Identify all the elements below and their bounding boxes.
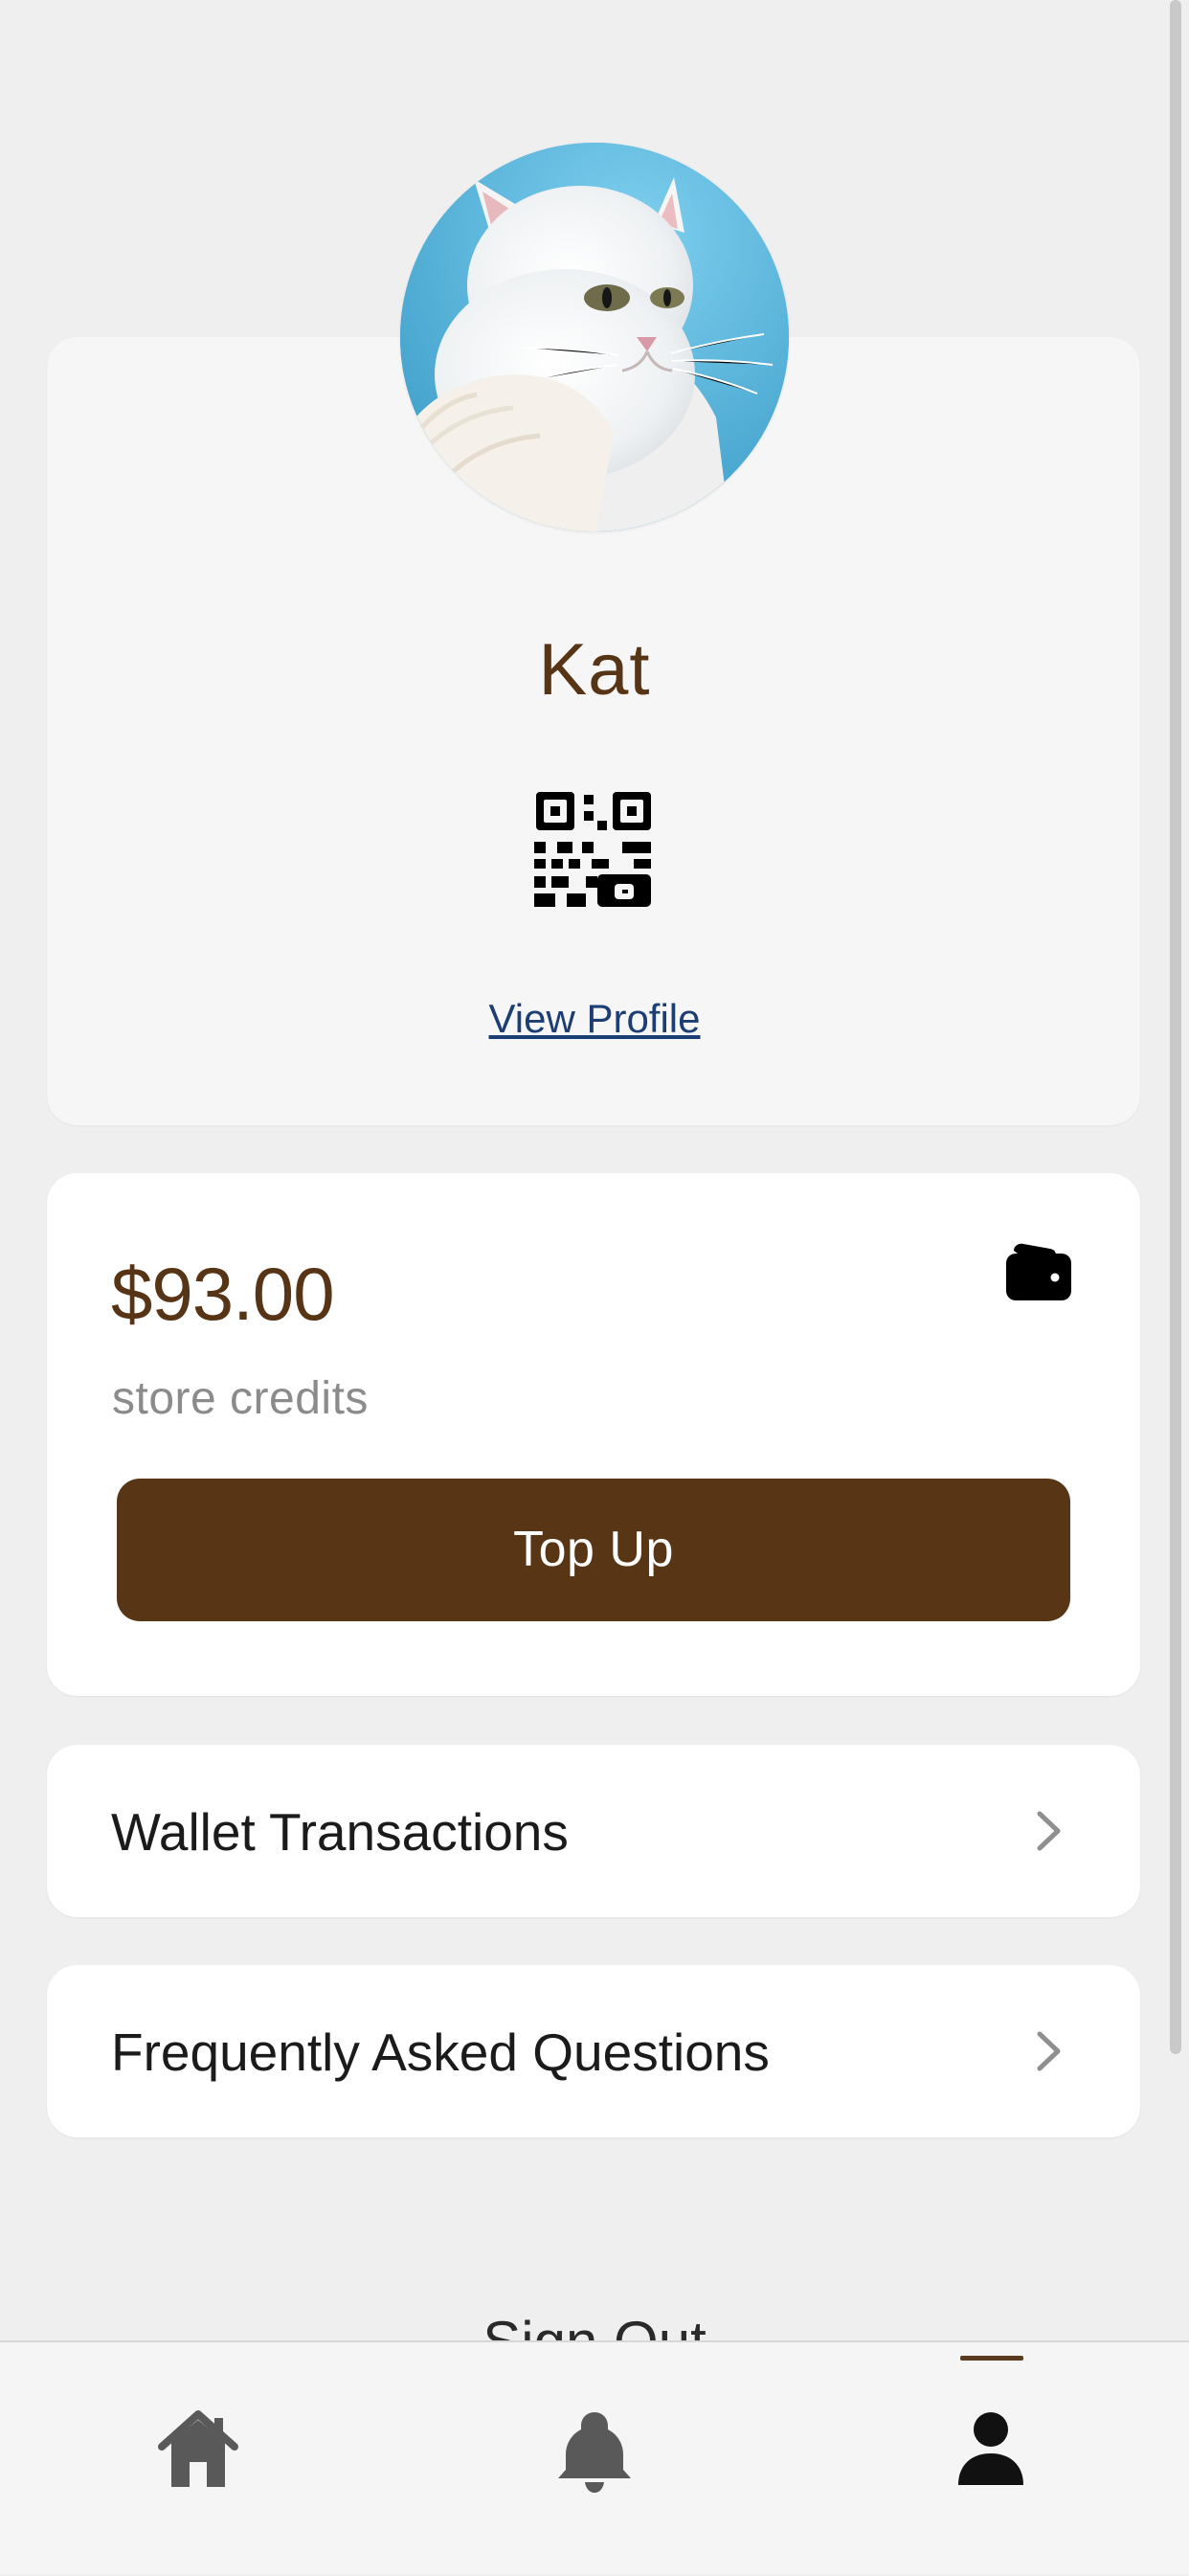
wallet-transactions-label: Wallet Transactions	[111, 1802, 569, 1862]
chevron-right-icon	[1032, 2028, 1066, 2074]
avatar	[400, 143, 789, 531]
nav-notifications[interactable]	[396, 2342, 793, 2576]
profile-screen: Kat View Profile $93.00 store credits To…	[0, 0, 1189, 2574]
user-icon	[945, 2403, 1037, 2495]
nav-profile[interactable]	[793, 2342, 1189, 2576]
wallet-card: $93.00 store credits Top Up	[47, 1173, 1140, 1696]
wallet-transactions-item[interactable]: Wallet Transactions	[47, 1745, 1140, 1917]
user-name: Kat	[538, 629, 651, 711]
qr-code-icon[interactable]	[534, 790, 653, 909]
faq-item[interactable]: Frequently Asked Questions	[47, 1965, 1140, 2137]
faq-label: Frequently Asked Questions	[111, 2022, 770, 2082]
view-profile-link[interactable]: View Profile	[0, 992, 1189, 1046]
wallet-icon	[1004, 1241, 1073, 1302]
nav-home[interactable]	[0, 2342, 396, 2576]
sign-out-label: Sign Out	[0, 2309, 1189, 2341]
store-credits-label: store credits	[112, 1373, 369, 1424]
wallet-balance: $93.00	[111, 1252, 335, 1336]
bell-icon	[549, 2403, 640, 2495]
chevron-right-icon	[1032, 1808, 1066, 1854]
top-up-button[interactable]: Top Up	[117, 1479, 1070, 1621]
home-icon	[152, 2403, 244, 2495]
sign-out-button[interactable]: Sign Out	[0, 2303, 1189, 2341]
bottom-navigation	[0, 2340, 1189, 2574]
